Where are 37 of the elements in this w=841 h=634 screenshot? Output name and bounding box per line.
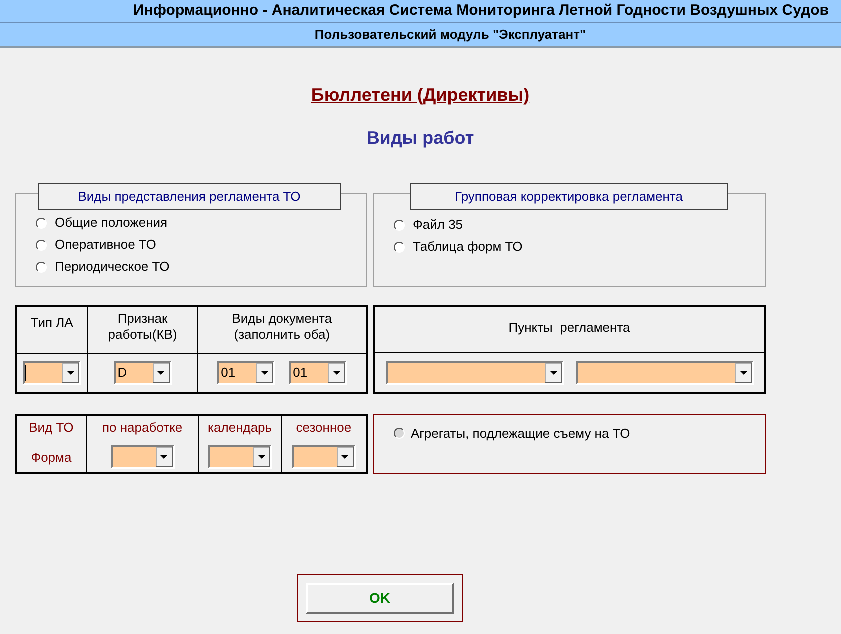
dropdown[interactable] bbox=[292, 444, 356, 468]
dropdown[interactable] bbox=[23, 360, 82, 385]
option-label: Общие положения bbox=[55, 214, 168, 232]
column-header: Признак работы(КВ) bbox=[107, 311, 178, 343]
dropdown[interactable]: D bbox=[114, 360, 172, 385]
section-title: Бюллетени (Директивы) bbox=[311, 84, 530, 107]
radio-button[interactable] bbox=[394, 220, 405, 230]
dropdown[interactable] bbox=[110, 444, 175, 468]
dropdown[interactable]: 01 bbox=[289, 360, 348, 385]
option-label: Агрегаты, подлежащие съему на ТО bbox=[411, 425, 630, 443]
row-label: Вид ТО bbox=[28, 419, 75, 437]
group-legend: Групповая корректировка регламента bbox=[455, 186, 683, 206]
ok-button[interactable]: OK bbox=[306, 582, 454, 614]
option-label: Таблица форм ТО bbox=[413, 238, 523, 256]
radio-button[interactable] bbox=[36, 218, 47, 228]
option-label: Файл 35 bbox=[413, 216, 464, 234]
option-label: Периодическое ТО bbox=[55, 258, 170, 276]
dropdown[interactable]: 01 bbox=[217, 360, 276, 385]
radio-button[interactable] bbox=[36, 262, 47, 272]
column-header: по наработке bbox=[101, 419, 184, 437]
page-title: Виды работ bbox=[366, 127, 474, 150]
radio-button[interactable] bbox=[36, 240, 47, 250]
column-header: календарь bbox=[207, 419, 274, 437]
column-header: Пункты регламента bbox=[508, 318, 630, 337]
column-header: сезонное bbox=[295, 419, 353, 437]
row-label: Форма bbox=[30, 448, 73, 467]
dropdown-value: 01 bbox=[292, 364, 309, 382]
radio-button[interactable] bbox=[394, 242, 405, 252]
dropdown-value: D bbox=[116, 364, 128, 382]
option-label: Оперативное ТО bbox=[55, 236, 156, 254]
group-legend: Виды представления регламента ТО bbox=[78, 186, 301, 206]
app-title: Информационно - Аналитическая Система Мониторинга Летной Годности Воздушных Судов bbox=[134, 0, 829, 21]
column-header: Виды документа (заполнить оба) bbox=[231, 311, 334, 343]
dropdown[interactable] bbox=[208, 444, 272, 468]
module-title: Пользовательский модуль "Эксплуатант" bbox=[314, 26, 586, 44]
column-header: Тип ЛА bbox=[30, 315, 74, 331]
dropdown-value: 01 bbox=[220, 364, 237, 382]
